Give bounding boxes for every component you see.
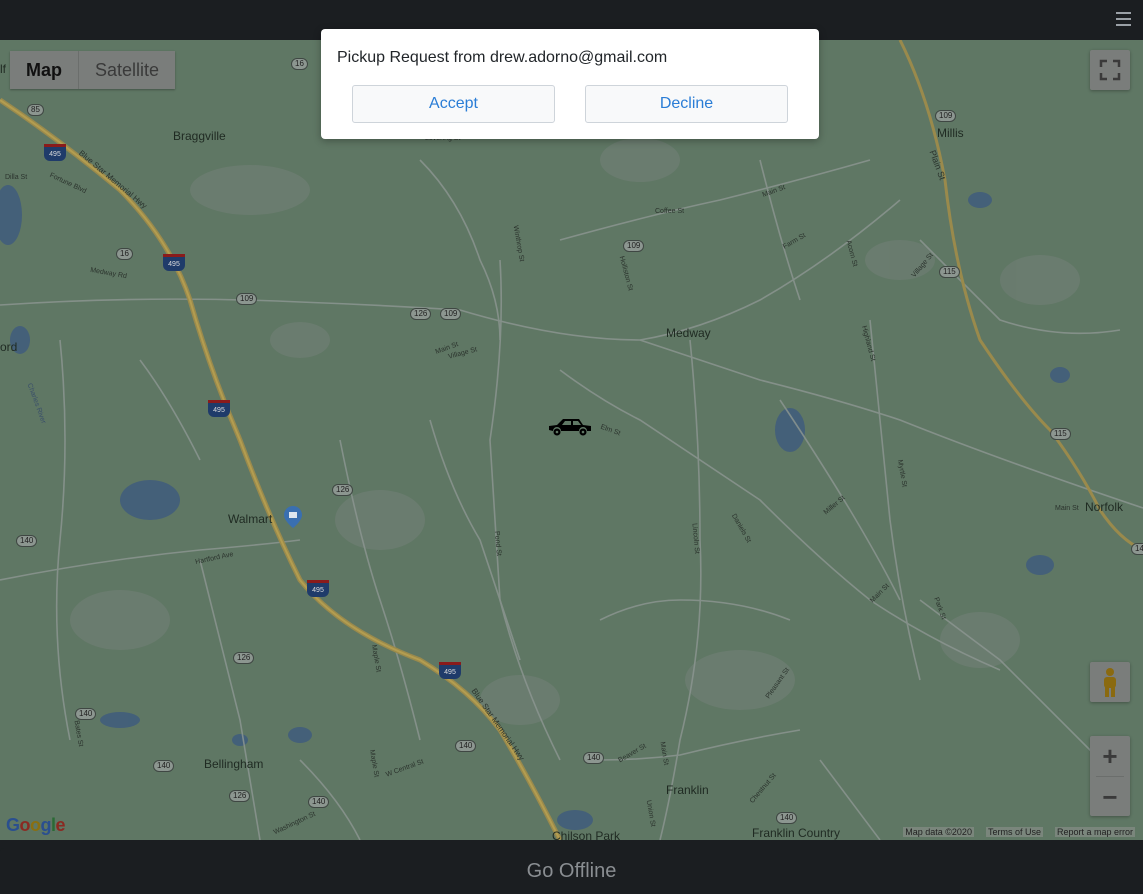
town-label-norfolk: Norfolk bbox=[1085, 500, 1124, 514]
map-type-control: Map Satellite bbox=[10, 51, 176, 89]
zoom-in-button[interactable]: + bbox=[1090, 736, 1130, 776]
town-label-bellingham: Bellingham bbox=[204, 757, 264, 771]
route-shield: 16 bbox=[291, 58, 308, 70]
route-shield: 140 bbox=[455, 740, 477, 752]
street-view-button[interactable] bbox=[1090, 662, 1130, 702]
pegman-icon bbox=[1104, 668, 1116, 697]
pickup-request-title: Pickup Request from drew.adorno@gmail.co… bbox=[337, 49, 668, 66]
route-shield: 126 bbox=[233, 652, 255, 664]
route-shield: 126 bbox=[229, 790, 251, 802]
town-label-medway: Medway bbox=[666, 326, 711, 340]
minus-icon: − bbox=[1102, 781, 1118, 812]
route-shield: 140 bbox=[308, 796, 330, 808]
map-attribution: Map data ©2020 Terms of Use Report a map… bbox=[903, 827, 1135, 837]
zoom-control: + − bbox=[1090, 736, 1130, 816]
route-shield: 115 bbox=[939, 266, 960, 278]
town-label-millis: Millis bbox=[937, 126, 964, 140]
route-shield: 126 bbox=[410, 308, 432, 320]
street-label-main-st-east: Main St bbox=[1055, 505, 1079, 512]
route-shield: 140 bbox=[153, 760, 175, 772]
interstate-shield: 495 bbox=[439, 662, 461, 679]
google-logo: Google bbox=[6, 815, 66, 835]
route-shield: 115 bbox=[1050, 428, 1071, 440]
route-shield: 109 bbox=[440, 308, 462, 320]
town-label-chilson-park: Chilson Park bbox=[552, 829, 621, 840]
fullscreen-button[interactable] bbox=[1090, 50, 1130, 90]
street-label-coffee-st: Coffee St bbox=[655, 208, 685, 215]
route-shield: 140 bbox=[1131, 543, 1143, 555]
interstate-shield: 495 bbox=[163, 254, 185, 271]
map-type-map-button[interactable]: Map bbox=[10, 51, 78, 89]
town-label-braggville: Braggville bbox=[173, 129, 226, 143]
route-shield: 126 bbox=[332, 484, 354, 496]
map-data-label: Map data ©2020 bbox=[903, 827, 974, 837]
terms-of-use-link[interactable]: Terms of Use bbox=[985, 827, 1043, 837]
route-shield: 140 bbox=[75, 708, 97, 720]
route-shield: 140 bbox=[776, 812, 798, 824]
street-label-dilla-st: Dilla St bbox=[5, 174, 28, 181]
route-shield: 16 bbox=[116, 248, 133, 260]
car-icon[interactable] bbox=[547, 416, 593, 438]
accept-button[interactable]: Accept bbox=[352, 85, 555, 123]
town-label-walmart[interactable]: Walmart bbox=[228, 512, 272, 526]
town-label-ord: ord bbox=[0, 340, 18, 354]
route-shield: 109 bbox=[623, 240, 645, 252]
route-shield: 109 bbox=[935, 110, 957, 122]
pickup-request-modal: Pickup Request from drew.adorno@gmail.co… bbox=[321, 29, 819, 139]
map-type-satellite-button[interactable]: Satellite bbox=[78, 51, 176, 89]
route-shield: 140 bbox=[16, 535, 38, 547]
report-map-error-link[interactable]: Report a map error bbox=[1054, 827, 1135, 837]
decline-button[interactable]: Decline bbox=[585, 85, 788, 123]
town-label-franklin: Franklin bbox=[666, 783, 709, 797]
walmart-pin-icon[interactable] bbox=[284, 506, 302, 528]
interstate-shield: 495 bbox=[208, 400, 230, 417]
hamburger-icon[interactable] bbox=[1116, 12, 1131, 28]
plus-icon: + bbox=[1102, 740, 1118, 771]
route-shield: 109 bbox=[236, 293, 258, 305]
town-label-lf: lf bbox=[0, 62, 6, 76]
route-shield: 140 bbox=[583, 752, 605, 764]
go-offline-button[interactable]: Go Offline bbox=[0, 848, 1143, 894]
fullscreen-icon bbox=[1099, 59, 1121, 81]
interstate-shield: 495 bbox=[307, 580, 329, 597]
interstate-shield: 495 bbox=[44, 144, 66, 161]
route-shield: 85 bbox=[27, 104, 44, 116]
map-view[interactable]: Braggville Millis Medway Walmart Norfolk… bbox=[0, 40, 1143, 840]
town-label-franklin-country: Franklin Country bbox=[752, 826, 841, 840]
zoom-out-button[interactable]: − bbox=[1090, 777, 1130, 817]
map-base bbox=[0, 40, 1143, 840]
